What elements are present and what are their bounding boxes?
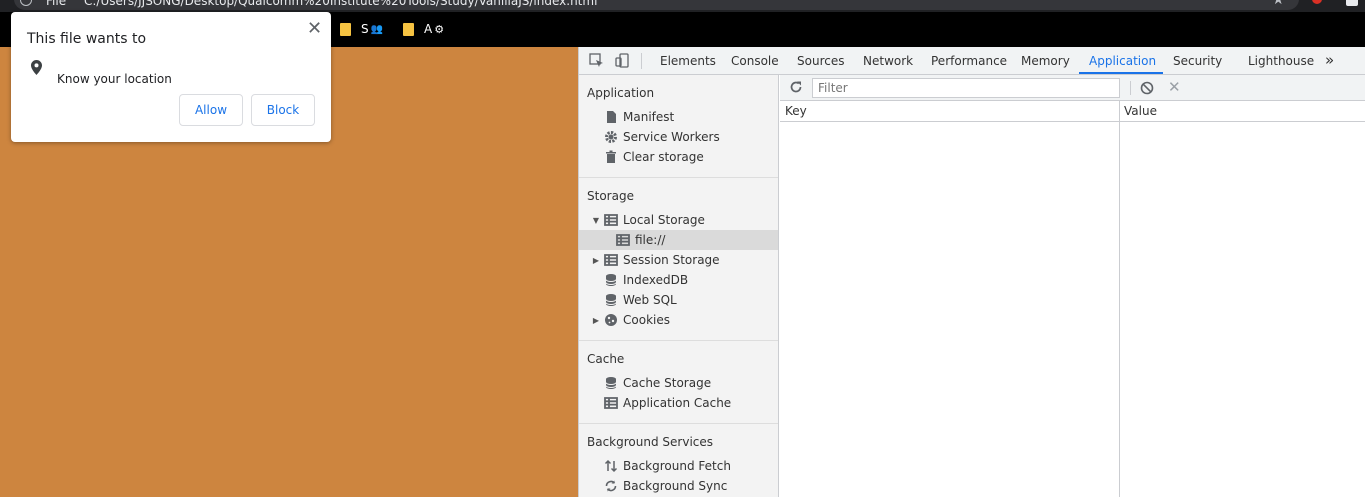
tab-performance[interactable]: Performance [931,47,1007,75]
column-divider[interactable] [1119,101,1120,497]
prompt-title: This file wants to [27,31,147,47]
sidebar-item-cookies[interactable]: ▶ Cookies [579,310,778,330]
tab-console[interactable]: Console [731,47,779,75]
database-icon [605,294,617,306]
up-down-arrows-icon [604,459,618,473]
clear-all-icon[interactable] [1140,81,1154,95]
sidebar-item-web-sql[interactable]: Web SQL [579,290,778,310]
sidebar-item-application-cache[interactable]: Application Cache [579,393,778,413]
sync-icon [605,480,617,492]
tab-security[interactable]: Security [1173,47,1222,75]
block-button[interactable]: Block [251,94,315,126]
close-icon[interactable]: ✕ [307,18,322,39]
bookmark-label: S [361,22,369,36]
sidebar-item-label: Application Cache [623,396,732,410]
sidebar-item-background-fetch[interactable]: Background Fetch [579,456,778,476]
sidebar-item-label: Service Workers [623,130,720,144]
permission-text: Know your location [57,72,172,86]
trash-icon [606,150,616,163]
sidebar-item-label: Background Fetch [623,459,731,473]
refresh-icon[interactable] [789,80,803,94]
sidebar-item-label: Cache Storage [623,376,712,390]
devtools-toolbar: Elements Console Sources Network Perform… [579,47,1365,75]
sidebar-item-indexeddb[interactable]: IndexedDB [579,270,778,290]
toolbar-separator [641,53,642,69]
extension-icon[interactable] [1312,0,1322,4]
sidebar-item-label: Background Sync [623,479,728,493]
location-pin-icon [31,60,42,75]
sidebar-item-background-sync[interactable]: Background Sync [579,476,778,496]
bookmark-label: A [424,22,433,36]
sidebar-item-service-workers[interactable]: Service Workers [579,127,778,147]
expand-triangle-icon[interactable]: ▼ [591,216,601,225]
sidebar-item-file-origin[interactable]: file:// [579,230,778,250]
sidebar-item-label: Local Storage [623,213,705,227]
application-sidebar: Application Manifest Service Workers Cle… [579,75,779,497]
address-bar: File C:/Users/JJSONG/Desktop/Qualcomm%20… [0,0,1365,12]
folder-icon [340,22,351,36]
local-storage-view: ✕ Key Value [780,75,1365,497]
sidebar-item-local-storage[interactable]: ▼ Local Storage [579,210,778,230]
expand-triangle-icon[interactable]: ▶ [591,316,601,325]
bookmark-folder-s[interactable]: S 👥 [340,21,383,37]
section-divider [579,177,778,178]
toolbar-separator [1130,81,1131,95]
permission-prompt: This file wants to ✕ Know your location … [11,12,331,142]
devtools-panel: Elements Console Sources Network Perform… [578,47,1365,497]
column-header-key[interactable]: Key [780,101,807,122]
tab-elements[interactable]: Elements [660,47,716,75]
url-scheme-chip[interactable]: File [46,0,66,8]
tab-memory[interactable]: Memory [1021,47,1070,75]
tab-sources[interactable]: Sources [797,47,844,75]
bookmark-folder-a[interactable]: A ⚙ [403,21,444,37]
people-icon: 👥 [370,23,384,35]
table-icon [604,397,618,409]
sidebar-item-label: Clear storage [623,150,704,164]
sidebar-item-label: Cookies [623,313,670,327]
data-grid-header: Key Value [780,101,1365,122]
tab-application[interactable]: Application [1089,47,1156,75]
filter-input[interactable] [812,78,1120,98]
tab-lighthouse[interactable]: Lighthouse [1248,47,1314,75]
gear-icon [605,131,617,143]
sidebar-item-cache-storage[interactable]: Cache Storage [579,373,778,393]
table-icon [604,214,618,226]
sidebar-item-session-storage[interactable]: ▶ Session Storage [579,250,778,270]
section-title-cache: Cache [587,352,625,366]
section-title-storage: Storage [587,189,634,203]
inspect-element-icon[interactable] [589,53,604,68]
profile-icon[interactable] [1346,0,1358,6]
gear-icon: ⚙ [434,22,445,36]
active-tab-indicator [1079,72,1163,74]
delete-selected-icon[interactable]: ✕ [1168,78,1181,96]
storage-toolbar: ✕ [780,75,1365,101]
sidebar-item-label: file:// [635,233,666,247]
folder-icon [403,22,414,36]
allow-button[interactable]: Allow [179,94,243,126]
tab-network[interactable]: Network [863,47,913,75]
sidebar-item-clear-storage[interactable]: Clear storage [579,147,778,167]
bookmark-star-icon[interactable]: ★ [1272,0,1285,8]
column-header-value[interactable]: Value [1119,101,1157,122]
sidebar-item-label: Web SQL [623,293,677,307]
document-icon [607,111,616,123]
table-icon [604,254,618,266]
database-icon [605,274,617,286]
sidebar-item-manifest[interactable]: Manifest [579,107,778,127]
section-divider [579,423,778,424]
database-icon [605,377,617,389]
sidebar-item-label: IndexedDB [623,273,689,287]
section-title-application: Application [587,86,655,100]
url-text[interactable]: C:/Users/JJSONG/Desktop/Qualcomm%20Insti… [84,0,597,8]
device-toolbar-icon[interactable] [615,53,630,68]
cookie-icon [605,314,617,326]
section-title-background-services: Background Services [587,435,714,449]
expand-triangle-icon[interactable]: ▶ [591,256,601,265]
table-icon [616,234,630,246]
more-tabs-icon[interactable]: » [1325,51,1334,69]
sidebar-item-label: Session Storage [623,253,720,267]
section-divider [579,340,778,341]
sidebar-item-label: Manifest [623,110,675,124]
